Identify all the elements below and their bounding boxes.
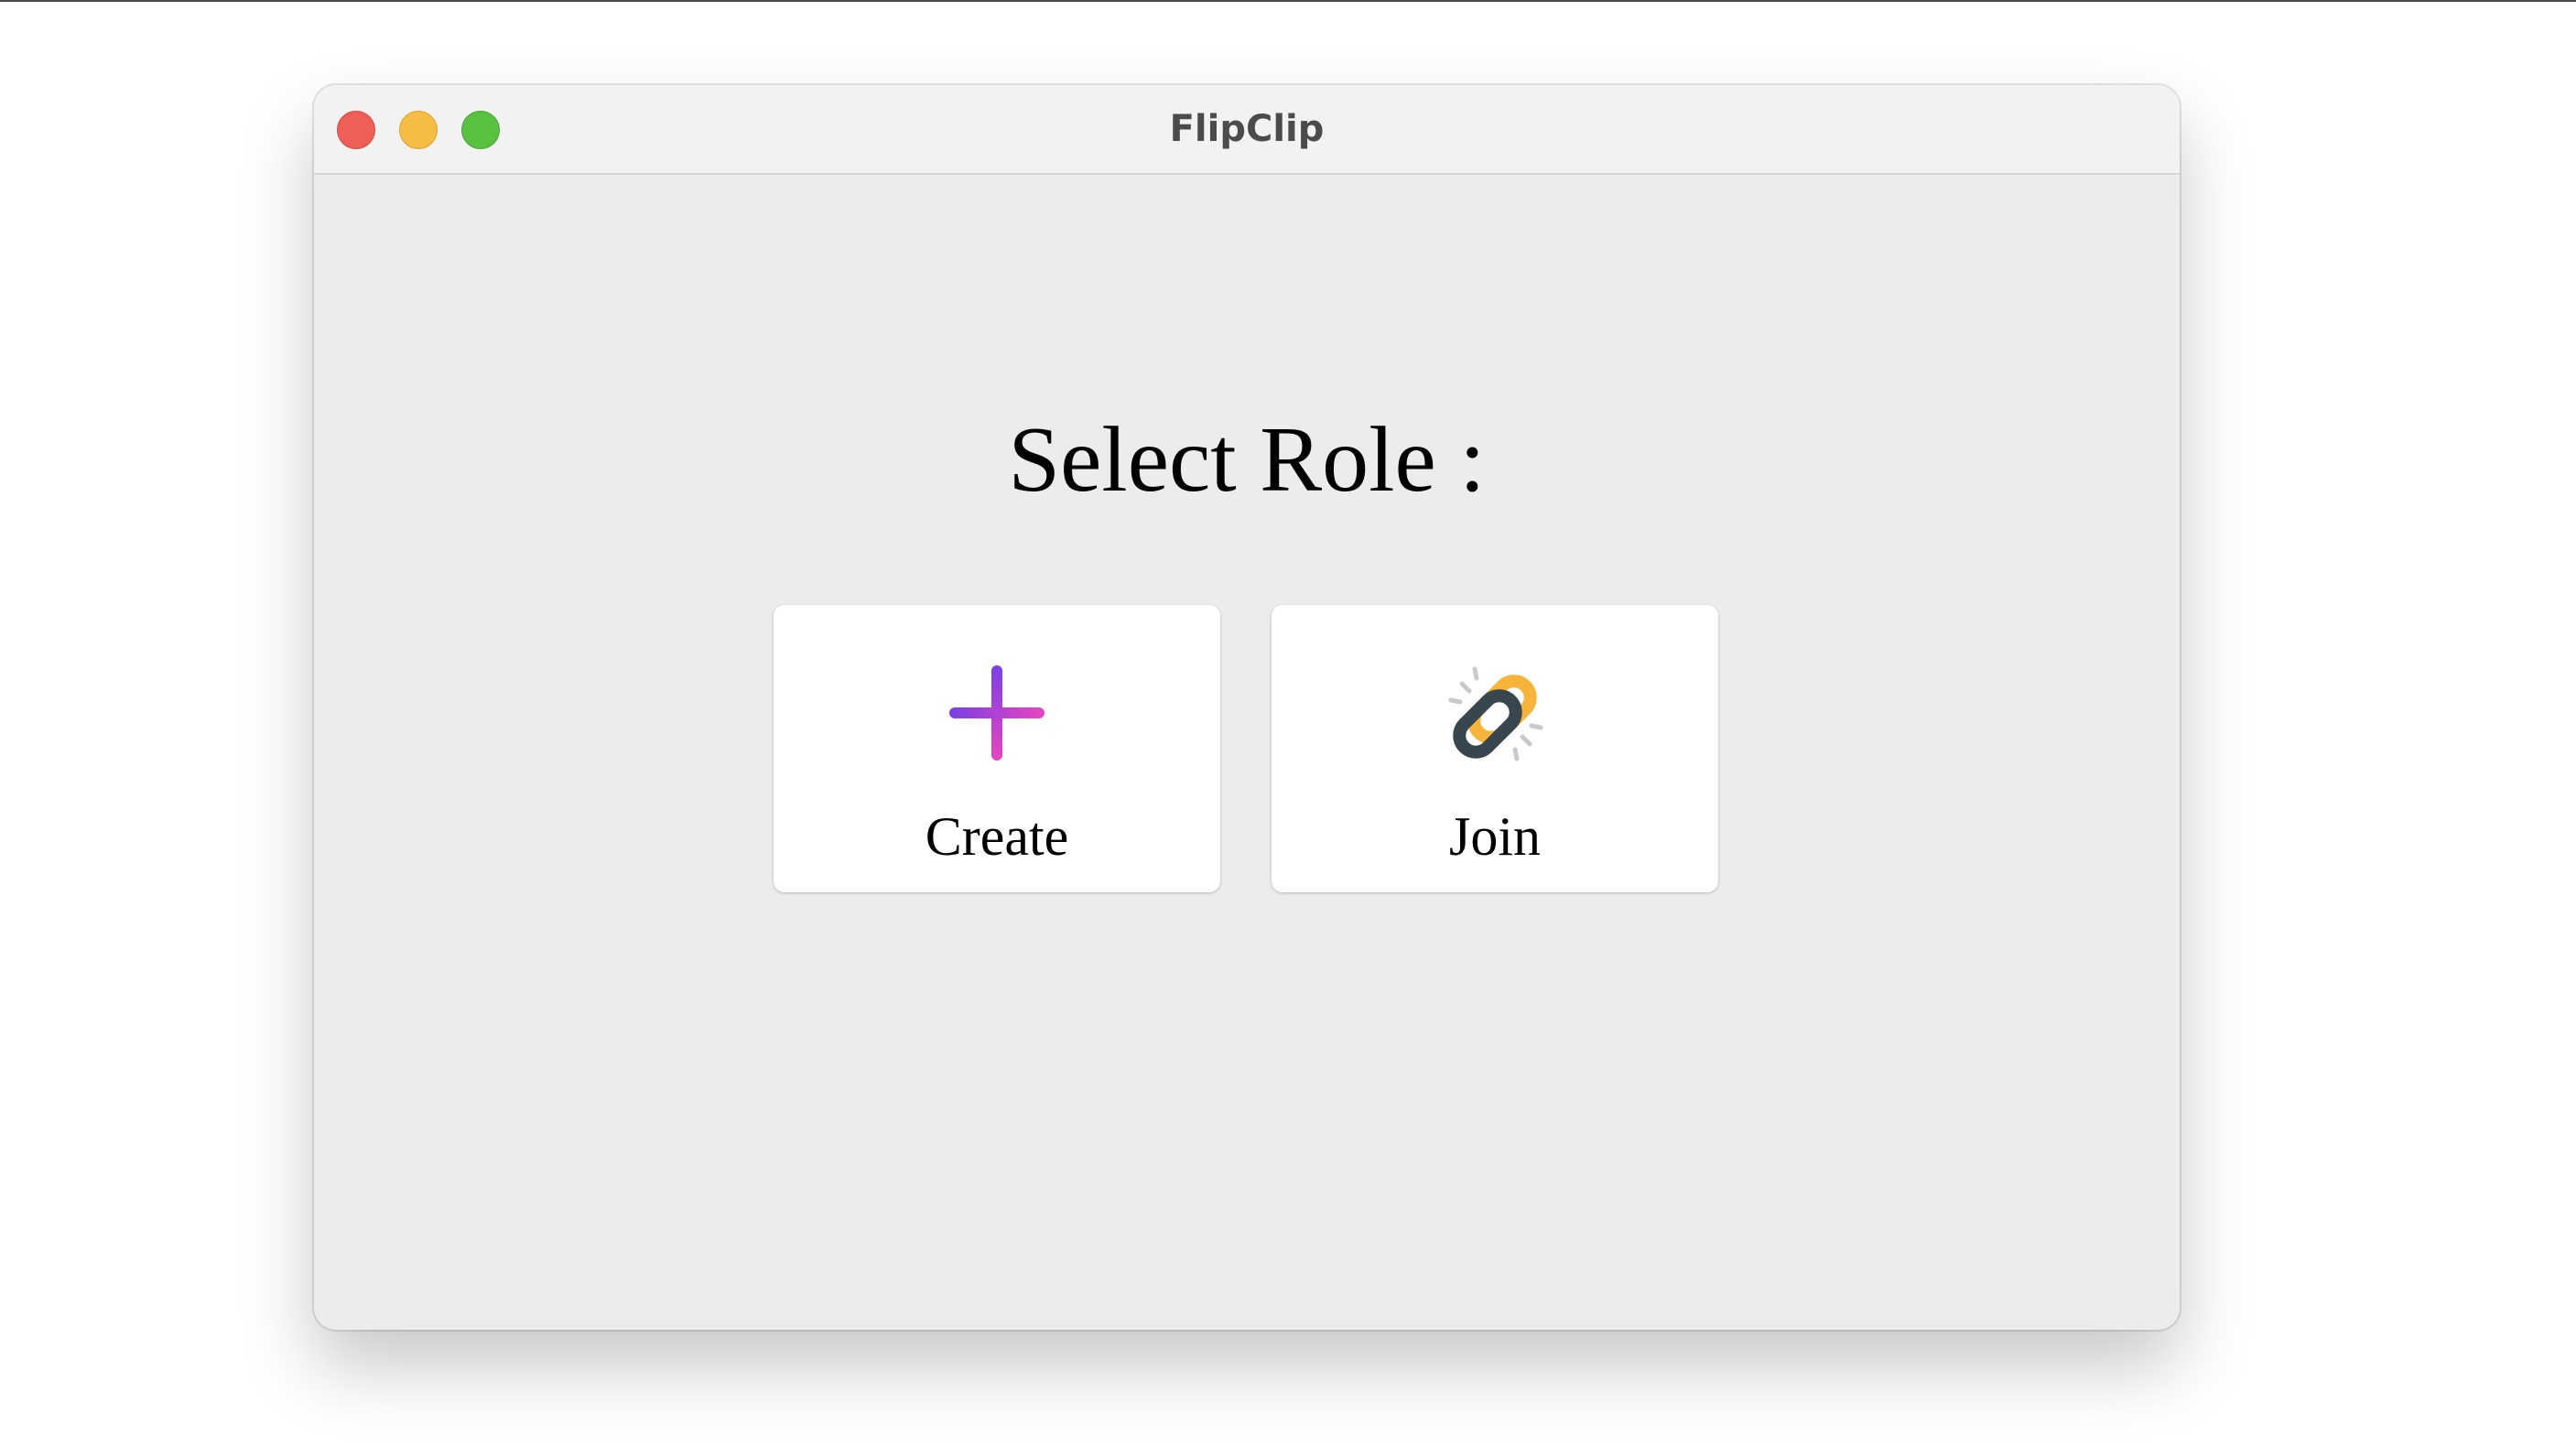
window-title: FlipClip: [1169, 108, 1325, 150]
screen-top-border: [0, 0, 2576, 2]
chain-link-icon: [1448, 666, 1543, 761]
join-role-button[interactable]: Join: [1272, 605, 1718, 892]
create-label: Create: [925, 806, 1069, 867]
app-window: FlipClip Select Role : Create Join: [314, 85, 2180, 1330]
page-heading: Select Role :: [1008, 408, 1486, 512]
plus-icon: [949, 665, 1044, 761]
join-label: Join: [1448, 806, 1542, 867]
create-role-button[interactable]: Create: [774, 605, 1220, 892]
title-bar[interactable]: FlipClip: [314, 85, 2180, 175]
